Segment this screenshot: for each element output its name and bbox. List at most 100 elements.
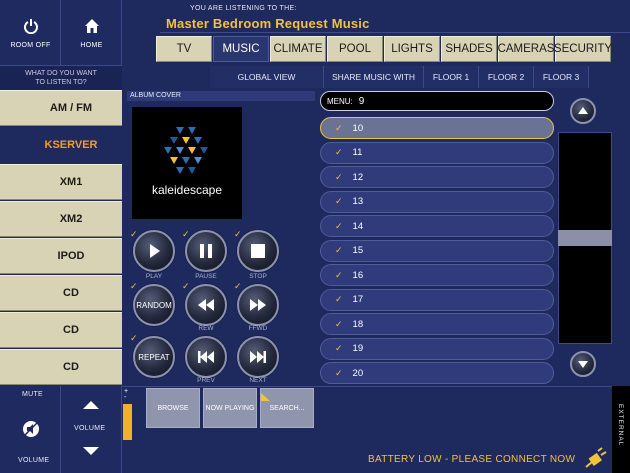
pager-minus[interactable]: - <box>124 394 126 401</box>
tab-climate[interactable]: CLIMATE <box>270 36 326 62</box>
check-icon: ✓ <box>335 245 343 255</box>
check-icon: ✓ <box>335 343 343 353</box>
sub-tabs: GLOBAL VIEW SHARE MUSIC WITH FLOOR 1 FLOOR … <box>210 66 589 88</box>
next-button[interactable] <box>237 336 279 378</box>
list-item[interactable]: ✓ 16 <box>320 264 554 286</box>
source-item[interactable]: IPOD <box>0 238 122 274</box>
search-label: SEARCH... <box>269 404 305 412</box>
volume-bottom-label: VOLUME <box>18 457 50 464</box>
tab-security[interactable]: SECURITY <box>554 36 612 62</box>
home-button[interactable]: HOME <box>61 0 122 66</box>
room-off-button[interactable]: ROOM OFF <box>0 0 61 66</box>
listen-question: WHAT DO YOU WANT TO LISTEN TO? <box>0 66 122 90</box>
check-icon: ✓ <box>335 171 343 182</box>
listening-label: YOU ARE LISTENING TO THE: <box>190 5 297 12</box>
menu-label: MENU: <box>327 96 353 106</box>
source-item[interactable]: CD <box>0 275 122 311</box>
track-list: ✓ 10 ✓ 11 ✓ 12 ✓ 13 ✓ 14 ✓ 15 ✓ 16 ✓ 17 ✓ 18 ✓ 19 ✓ 20 <box>320 117 554 387</box>
repeat-label: REPEAT <box>138 352 170 362</box>
previous-button[interactable] <box>185 336 227 378</box>
search-corner-arrow-icon <box>261 388 270 401</box>
check-icon: ✓ <box>335 294 343 304</box>
list-item-label: 13 <box>352 196 364 207</box>
fast-forward-button[interactable] <box>237 284 279 326</box>
arrow-down-icon <box>578 361 588 368</box>
prev-label: PREV <box>197 377 215 384</box>
plug-icon <box>584 447 608 473</box>
page-indicator-fill <box>123 404 132 440</box>
home-icon <box>84 18 99 33</box>
subtab-floor-3[interactable]: FLOOR 3 <box>534 66 589 88</box>
pause-button[interactable] <box>185 230 227 272</box>
volume-label: VOLUME <box>74 425 106 432</box>
scroll-up-button[interactable] <box>570 98 596 124</box>
play-button[interactable] <box>133 230 175 272</box>
check-icon: ✓ <box>335 367 343 378</box>
random-button[interactable]: RANDOM <box>133 284 175 326</box>
subtab-floor-2[interactable]: FLOOR 2 <box>479 66 534 88</box>
album-brand: kaleidescape <box>151 183 223 197</box>
battery-warning: BATTERY LOW - PLEASE CONNECT NOW <box>368 454 576 465</box>
play-label: PLAY <box>145 273 163 280</box>
tab-tv[interactable]: TV <box>156 36 212 62</box>
list-item[interactable]: ✓ 17 <box>320 288 554 311</box>
source-item[interactable]: XM1 <box>0 164 122 200</box>
source-item[interactable]: CD <box>0 312 122 348</box>
pause-icon <box>200 244 212 258</box>
rew-label: REW <box>198 325 214 332</box>
tab-pool[interactable]: POOL <box>327 36 383 62</box>
subtab-global-view[interactable]: GLOBAL VIEW <box>210 66 324 88</box>
repeat-button[interactable]: REPEAT <box>133 336 175 378</box>
list-item-label: 11 <box>352 147 363 158</box>
source-item[interactable]: CD <box>0 349 122 385</box>
list-item[interactable]: ✓ 12 <box>320 166 554 188</box>
tab-music[interactable]: MUSIC <box>213 36 269 62</box>
now-playing-button[interactable]: NOW PLAYING <box>203 388 257 428</box>
listening-title: Master Bedroom Request Music <box>166 16 370 31</box>
external-panel[interactable]: EXTERNAL <box>612 386 630 473</box>
fast-forward-icon <box>250 299 266 311</box>
menu-field[interactable]: MENU: 9 <box>320 91 554 111</box>
check-icon: ✓ <box>335 269 343 280</box>
list-item[interactable]: ✓ 19 <box>320 337 554 360</box>
browse-button[interactable]: BROWSE <box>146 388 200 428</box>
volume-down-button[interactable] <box>82 444 100 462</box>
list-item-label: 10 <box>352 122 364 134</box>
list-item-label: 12 <box>352 171 364 183</box>
scroll-down-button[interactable] <box>570 351 596 377</box>
list-item-label: 20 <box>352 367 364 379</box>
list-item[interactable]: ✓ 14 <box>320 215 554 237</box>
list-item[interactable]: ✓ 15 <box>320 239 554 262</box>
stop-button[interactable] <box>237 230 279 272</box>
list-item[interactable]: ✓ 18 <box>320 313 554 335</box>
scroll-thumb[interactable] <box>558 230 612 246</box>
tab-cameras[interactable]: CAMERAS <box>498 36 554 62</box>
list-item[interactable]: ✓ 20 <box>320 362 554 384</box>
main-tabs: TV MUSIC CLIMATE POOL LIGHTS SHADES CAMERAS SEC… <box>156 36 612 62</box>
source-item[interactable]: XM2 <box>0 201 122 237</box>
rew-check-icon: ✓ <box>182 281 190 291</box>
list-item-label: 19 <box>352 343 364 354</box>
rewind-button[interactable] <box>185 284 227 326</box>
tab-lights[interactable]: LIGHTS <box>384 36 440 62</box>
source-item[interactable]: KSERVER <box>0 127 122 163</box>
mute-button[interactable] <box>22 420 40 443</box>
arrow-up-icon <box>83 401 99 409</box>
list-item-label: 15 <box>352 245 364 256</box>
stop-label: STOP <box>249 273 267 280</box>
volume-up-button[interactable] <box>82 398 100 416</box>
subtab-floor-1[interactable]: FLOOR 1 <box>424 66 479 88</box>
tab-shades[interactable]: SHADES <box>441 36 497 62</box>
arrow-down-icon <box>83 447 99 455</box>
source-item[interactable]: AM / FM <box>0 90 122 126</box>
stop-icon <box>251 244 265 258</box>
repeat-check-icon: ✓ <box>130 333 138 343</box>
list-item[interactable]: ✓ 10 <box>320 117 554 139</box>
list-item[interactable]: ✓ 13 <box>320 190 554 213</box>
list-item[interactable]: ✓ 11 <box>320 141 554 164</box>
menu-value: 9 <box>358 95 365 107</box>
check-icon: ✓ <box>335 220 343 231</box>
subtab-share-music-with[interactable]: SHARE MUSIC WITH <box>324 66 424 88</box>
mute-label: MUTE <box>22 391 44 398</box>
random-check-icon: ✓ <box>130 281 138 291</box>
